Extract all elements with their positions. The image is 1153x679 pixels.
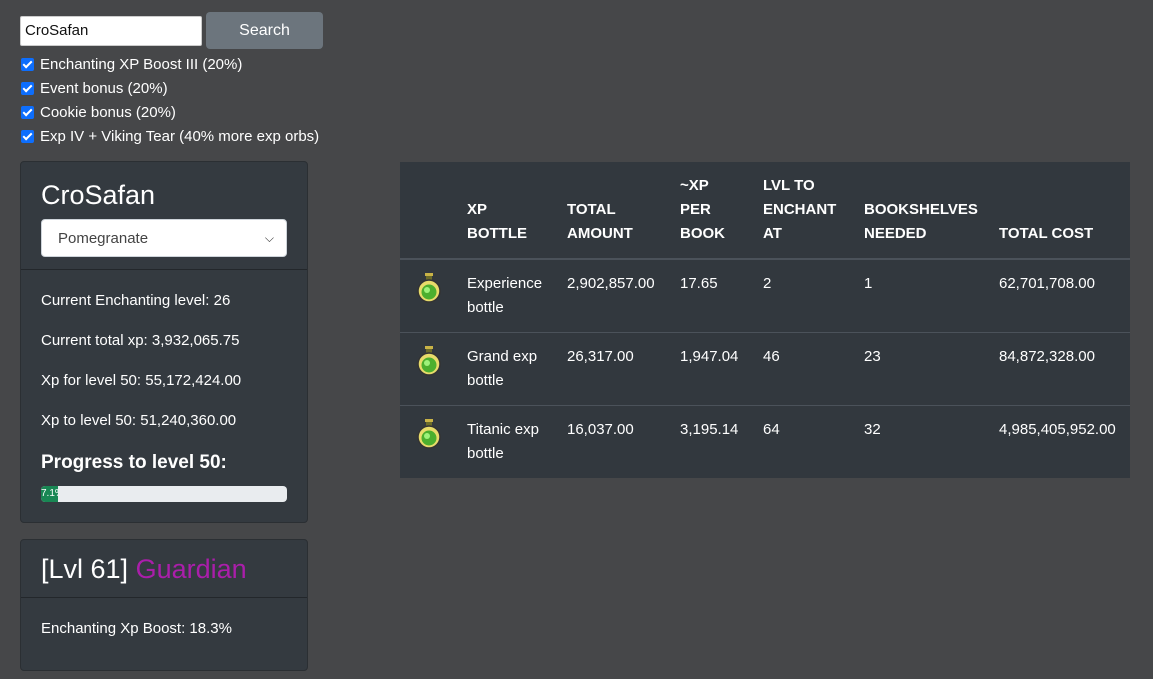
table-row: Grand exp bottle 26,317.00 1,947.04 46 2… xyxy=(400,332,1130,406)
chevron-down-icon: ⌵ xyxy=(264,230,274,245)
total-amount: 16,037.00 xyxy=(567,420,634,438)
checkbox[interactable] xyxy=(21,81,34,95)
total-cost: 62,701,708.00 xyxy=(999,259,1130,333)
search-button[interactable]: Search xyxy=(206,12,323,49)
header-label: BOOKSHELVES NEEDED xyxy=(864,201,978,242)
option-label: Enchanting XP Boost III (20%) xyxy=(40,55,243,73)
experience-bottle-icon xyxy=(417,273,441,303)
progress-bar: 7.1% xyxy=(41,486,287,502)
bottle-name: Experience bottle xyxy=(467,259,567,333)
col-xp-per-book: ~XP PER BOOK xyxy=(680,162,763,260)
lvl-to-enchant: 46 xyxy=(763,332,864,406)
option-event-bonus[interactable]: Event bonus (20%) xyxy=(21,76,319,100)
col-lvl-to-enchant: LVL TO ENCHANT AT xyxy=(763,162,864,260)
header-label: ~XP PER BOOK xyxy=(680,177,725,242)
current-level: Current Enchanting level: 26 xyxy=(41,292,231,309)
table-header-row: XP BOTTLE TOTAL AMOUNT ~XP PER BOOK LVL … xyxy=(400,162,1130,260)
profile-card: CroSafan Pomegranate ⌵ Current Enchantin… xyxy=(20,161,308,523)
profile-card-body: Current Enchanting level: 26 Current tot… xyxy=(21,270,307,502)
bookshelves-needed: 23 xyxy=(864,332,999,406)
header-label: XP BOTTLE xyxy=(467,201,527,242)
xp-for-level: Xp for level 50: 55,172,424.00 xyxy=(41,372,242,389)
xp-per-book: 17.65 xyxy=(680,259,763,333)
col-total-cost: TOTAL COST xyxy=(999,162,1130,260)
xp-per-book: 1,947.04 xyxy=(680,332,763,406)
lvl-to-enchant: 64 xyxy=(763,420,780,438)
progress-title: Progress to level 50: xyxy=(41,452,227,473)
table-row: Experience bottle 2,902,857.00 17.65 2 1… xyxy=(400,259,1130,333)
table-row: Titanic exp bottle 16,037.00 3,195.14 64… xyxy=(400,405,1130,478)
bonus-options: Enchanting XP Boost III (20%) Event bonu… xyxy=(21,52,319,148)
col-icon xyxy=(400,162,467,260)
xp-per-book: 3,195.14 xyxy=(680,420,739,438)
col-bookshelves: BOOKSHELVES NEEDED xyxy=(864,162,999,260)
rank-boost: Enchanting Xp Boost: 18.3% xyxy=(41,620,232,637)
option-label: Exp IV + Viking Tear (40% more exp orbs) xyxy=(40,127,320,145)
total-amount: 26,317.00 xyxy=(567,332,680,406)
bottle-name: Grand exp bottle xyxy=(467,332,567,406)
search-input[interactable] xyxy=(20,15,202,46)
total-amount: 2,902,857.00 xyxy=(567,259,680,333)
option-label: Event bonus (20%) xyxy=(40,79,168,97)
rank-level: [Lvl 61] xyxy=(41,554,129,584)
current-xp: Current total xp: 3,932,065.75 xyxy=(41,332,240,349)
player-name: CroSafan xyxy=(41,180,156,210)
checkbox[interactable] xyxy=(21,105,34,119)
lvl-to-enchant: 2 xyxy=(763,259,864,333)
option-exp-viking[interactable]: Exp IV + Viking Tear (40% more exp orbs) xyxy=(21,124,319,148)
total-cost: 84,872,328.00 xyxy=(999,332,1130,406)
grand-exp-bottle-icon xyxy=(417,345,441,376)
progress-fill: 7.1% xyxy=(41,486,59,502)
rank-card: [Lvl 61] Guardian Enchanting Xp Boost: 1… xyxy=(20,539,308,671)
option-enchanting-boost[interactable]: Enchanting XP Boost III (20%) xyxy=(21,52,319,76)
option-label: Cookie bonus (20%) xyxy=(40,103,176,121)
bookshelves-needed: 32 xyxy=(864,420,881,438)
header-label: TOTAL COST xyxy=(999,225,1094,242)
titanic-exp-bottle-icon xyxy=(417,418,441,449)
header-label: LVL TO ENCHANT AT xyxy=(763,177,837,242)
profile-card-header: CroSafan Pomegranate ⌵ xyxy=(21,162,307,270)
checkbox[interactable] xyxy=(21,57,34,71)
total-cost: 4,985,405,952.00 xyxy=(999,420,1116,438)
bookshelves-needed: 1 xyxy=(864,259,999,333)
header-label: TOTAL AMOUNT xyxy=(567,201,633,242)
rank-header: [Lvl 61] Guardian xyxy=(21,540,307,598)
search-bar: Search xyxy=(20,12,323,49)
bottle-name: Titanic exp bottle xyxy=(467,420,539,462)
option-cookie-bonus[interactable]: Cookie bonus (20%) xyxy=(21,100,319,124)
rank-name: Guardian xyxy=(135,554,247,584)
col-xp-bottle: XP BOTTLE xyxy=(467,162,567,260)
profile-select[interactable]: Pomegranate ⌵ xyxy=(41,219,287,257)
selected-profile: Pomegranate xyxy=(58,229,149,247)
col-total-amount: TOTAL AMOUNT xyxy=(567,162,680,260)
xp-to-level: Xp to level 50: 51,240,360.00 xyxy=(41,412,237,429)
checkbox[interactable] xyxy=(21,129,34,143)
xp-bottle-table: XP BOTTLE TOTAL AMOUNT ~XP PER BOOK LVL … xyxy=(400,162,1130,478)
